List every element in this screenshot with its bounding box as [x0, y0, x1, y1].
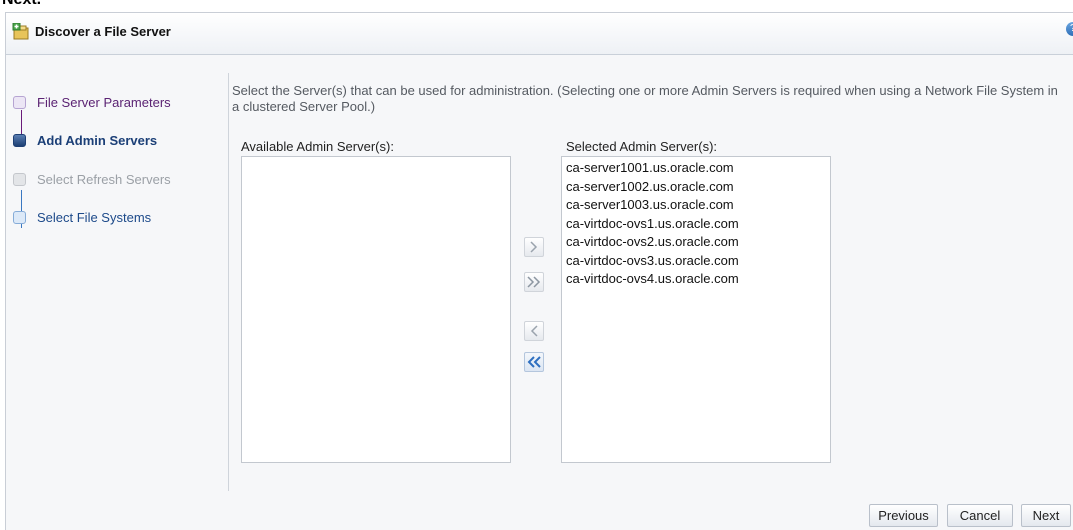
chevron-right-icon — [530, 241, 538, 253]
dialog-title: Discover a File Server — [35, 24, 171, 39]
cancel-button[interactable]: Cancel — [947, 504, 1013, 527]
available-servers-label: Available Admin Server(s): — [241, 139, 394, 154]
train-step-label: Add Admin Servers — [37, 133, 158, 148]
next-button[interactable]: Next — [1021, 504, 1071, 527]
content-divider — [228, 73, 229, 491]
double-chevron-right-icon — [527, 276, 541, 288]
available-servers-list[interactable] — [241, 156, 511, 463]
list-item[interactable]: ca-virtdoc-ovs1.us.oracle.com — [562, 215, 830, 234]
step-visited-icon — [13, 96, 26, 109]
help-icon[interactable]: ? — [1066, 22, 1073, 36]
previous-page-text: Next. — [2, 0, 41, 9]
remove-all-button[interactable] — [524, 352, 544, 372]
move-all-button[interactable] — [524, 272, 544, 292]
selected-servers-list[interactable]: ca-server1001.us.oracle.com ca-server100… — [561, 156, 831, 463]
train-step-label: File Server Parameters — [37, 95, 171, 110]
remove-button[interactable] — [524, 321, 544, 341]
step-unvisited-icon — [13, 211, 26, 224]
list-item[interactable]: ca-virtdoc-ovs2.us.oracle.com — [562, 233, 830, 252]
dialog-header: Discover a File Server ? — [6, 13, 1073, 55]
list-item[interactable]: ca-virtdoc-ovs3.us.oracle.com — [562, 252, 830, 271]
selected-servers-label: Selected Admin Server(s): — [566, 139, 718, 154]
previous-button[interactable]: Previous — [869, 504, 938, 527]
list-item[interactable]: ca-server1003.us.oracle.com — [562, 196, 830, 215]
train-step-label: Select File Systems — [37, 210, 152, 225]
double-chevron-left-icon — [527, 356, 541, 368]
step-disabled-icon — [13, 173, 26, 186]
discover-file-server-dialog: Discover a File Server ? File Server Par… — [5, 12, 1073, 530]
previous-page-fragment: Next. — [0, 0, 1073, 12]
move-button[interactable] — [524, 237, 544, 257]
instruction-text: Select the Server(s) that can be used fo… — [232, 83, 1058, 114]
list-item[interactable]: ca-server1001.us.oracle.com — [562, 159, 830, 178]
train-step-label: Select Refresh Servers — [37, 172, 171, 187]
chevron-left-icon — [530, 325, 538, 337]
step-current-icon — [13, 134, 26, 147]
list-item[interactable]: ca-virtdoc-ovs4.us.oracle.com — [562, 270, 830, 289]
list-item[interactable]: ca-server1002.us.oracle.com — [562, 178, 830, 197]
add-file-server-icon — [12, 23, 29, 40]
